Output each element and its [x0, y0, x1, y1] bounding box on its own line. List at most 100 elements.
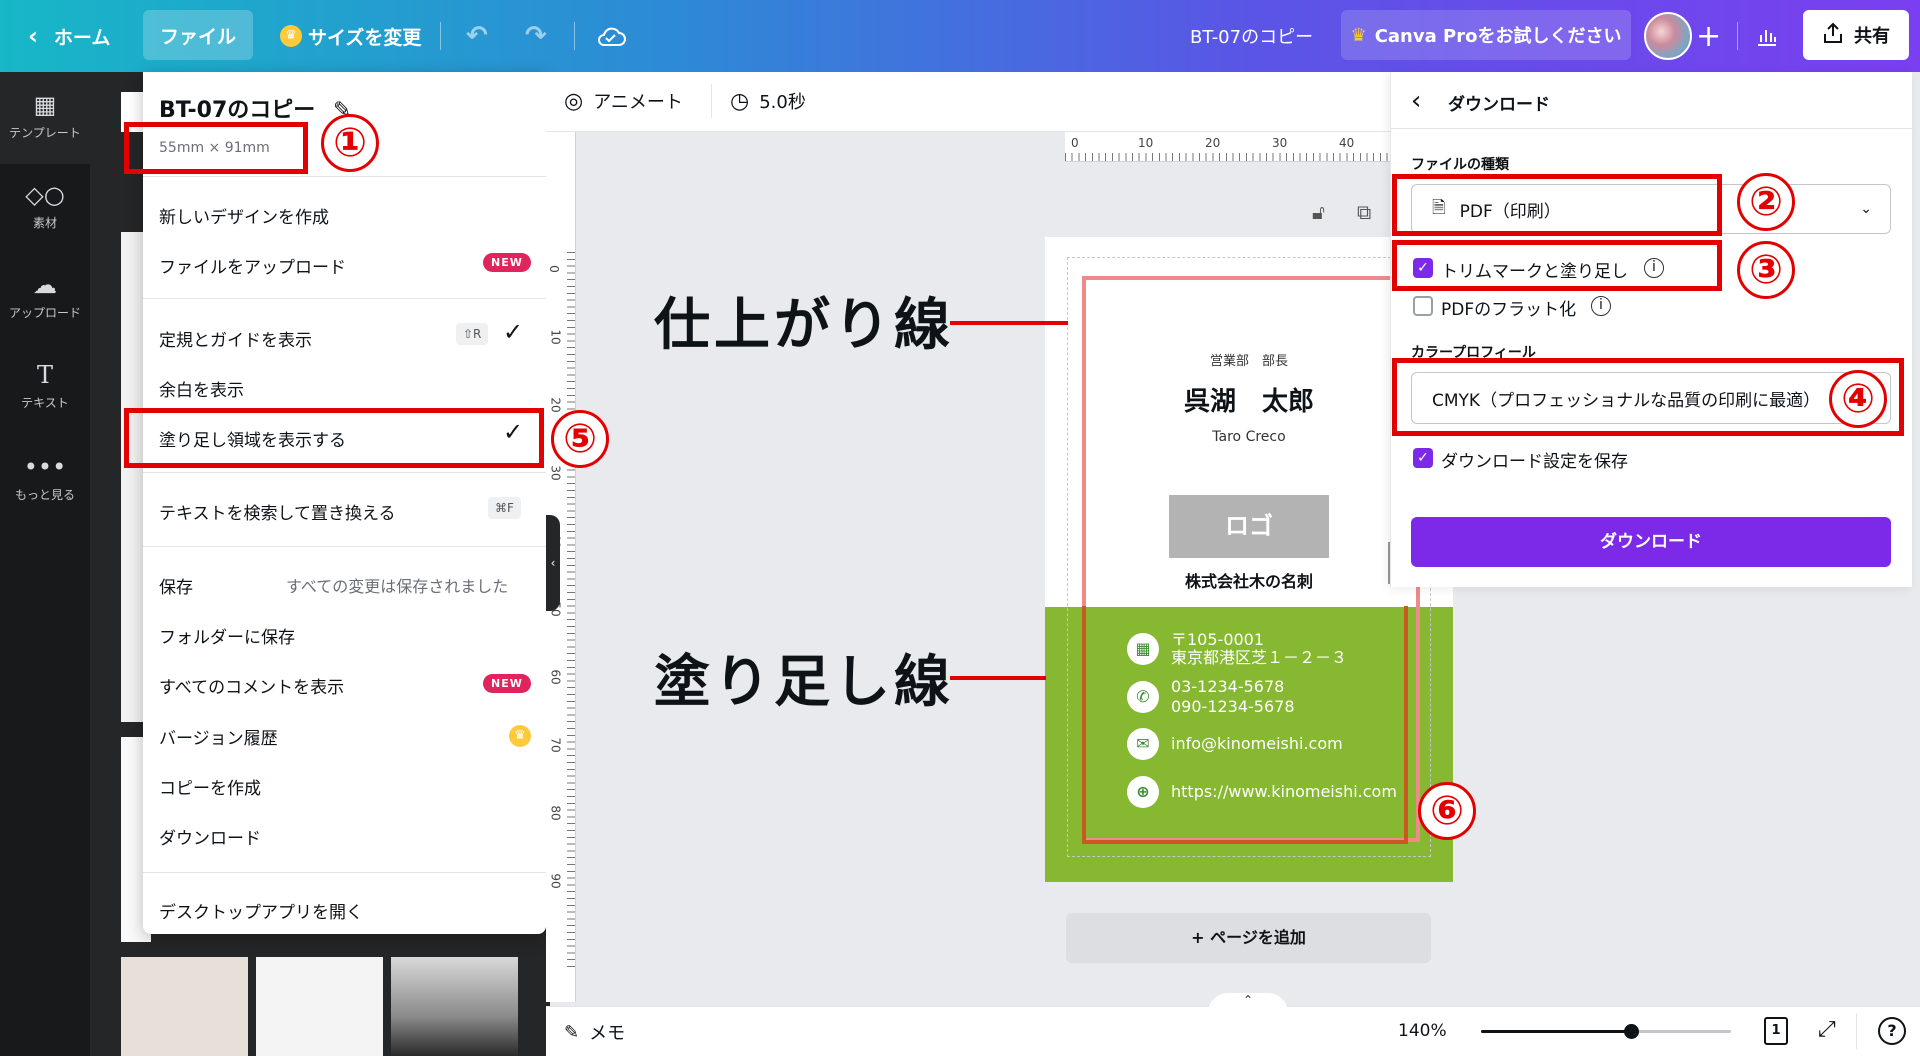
- avatar[interactable]: [1644, 12, 1692, 60]
- animate-label: アニメート: [593, 92, 683, 113]
- lock-icon[interactable]: 🔓︎: [1312, 200, 1325, 224]
- home-label: ホーム: [53, 26, 111, 49]
- menu-item-make-copy[interactable]: コピーを作成: [159, 774, 261, 799]
- menu-item-show-margins[interactable]: 余白を表示: [159, 376, 244, 401]
- canvas-toolbar: ◎ アニメート ◷ 5.0秒: [546, 72, 1390, 132]
- sidebar-item-more[interactable]: ••• もっと見る: [0, 454, 90, 503]
- card-postal[interactable]: 〒105-0001: [1171, 630, 1264, 650]
- ruler-tick-label: 20: [548, 397, 563, 413]
- card-logo-placeholder[interactable]: ロゴ: [1169, 495, 1329, 558]
- layout-icon: ▦: [33, 91, 57, 119]
- cloud-saved-icon[interactable]: [596, 0, 626, 72]
- menu-item-show-rulers[interactable]: 定規とガイドを表示: [159, 326, 312, 351]
- expand-pages-handle[interactable]: ⌃: [1208, 993, 1288, 1013]
- menu-item-desktop-app[interactable]: デスクトップアプリを開く: [159, 898, 363, 923]
- card-tel2[interactable]: 090-1234-5678: [1171, 697, 1295, 717]
- ruler-tick-label: 70: [548, 737, 563, 753]
- template-thumbnail[interactable]: [391, 957, 518, 1056]
- ruler-horizontal[interactable]: 0 10 20 30 40: [1065, 132, 1395, 162]
- try-pro-label: Canva Proをお試しください: [1374, 26, 1622, 47]
- document-title[interactable]: BT-07のコピー: [1190, 0, 1313, 72]
- notes-button[interactable]: ✎ メモ: [564, 1019, 625, 1045]
- try-pro-button[interactable]: ♛ Canva Proをお試しください: [1341, 10, 1631, 60]
- flatten-pdf-checkbox[interactable]: [1413, 296, 1433, 316]
- zoom-slider-thumb[interactable]: [1624, 1024, 1639, 1039]
- left-sidebar: ▦ テンプレート ◇○ 素材 ☁ アップロード T テキスト ••• もっと見る: [0, 72, 90, 1056]
- new-badge: NEW: [483, 253, 531, 272]
- sidebar-item-text[interactable]: T テキスト: [0, 362, 90, 411]
- notes-icon: ✎: [564, 1021, 580, 1043]
- add-page-button[interactable]: + ページを追加: [1066, 913, 1431, 963]
- share-label: 共有: [1854, 26, 1890, 47]
- save-settings-label[interactable]: ダウンロード設定を保存: [1441, 447, 1628, 472]
- resize-label: サイズを変更: [308, 26, 422, 49]
- duration-button[interactable]: ◷ 5.0秒: [730, 88, 806, 114]
- file-dropdown-menu: BT-07のコピー ✎ 55mm × 91mm 新しいデザインを作成 ファイルを…: [143, 72, 546, 934]
- menu-design-title[interactable]: BT-07のコピー ✎: [159, 92, 351, 124]
- file-type-label: ファイルの種類: [1411, 157, 1509, 173]
- zoom-percentage[interactable]: 140%: [1398, 1021, 1447, 1041]
- menu-item-download[interactable]: ダウンロード: [159, 824, 261, 849]
- menu-item-save-folder[interactable]: フォルダーに保存: [159, 623, 295, 648]
- page-count-button[interactable]: 1: [1764, 1017, 1788, 1045]
- share-button[interactable]: 共有: [1803, 10, 1909, 60]
- bleed-line-pointer: [950, 676, 1046, 680]
- add-member-icon[interactable]: +: [1696, 0, 1721, 72]
- more-icon: •••: [23, 453, 67, 481]
- ruler-tick-label: 30: [548, 465, 563, 481]
- home-button[interactable]: ‹ ホーム: [28, 0, 110, 72]
- menu-item-find-replace[interactable]: テキストを検索して置き換える: [159, 499, 395, 524]
- zoom-slider-fill: [1481, 1030, 1631, 1033]
- sidebar-item-label: テキスト: [21, 396, 69, 410]
- design-title-text: BT-07のコピー: [159, 98, 316, 123]
- sidebar-item-label: もっと見る: [14, 488, 75, 502]
- sidebar-item-label: アップロード: [8, 306, 81, 320]
- resize-button[interactable]: ♛ サイズを変更: [280, 0, 421, 72]
- sidebar-item-templates[interactable]: ▦ テンプレート: [0, 72, 90, 164]
- menu-item-upload[interactable]: ファイルをアップロード: [159, 253, 346, 278]
- collapse-panel-handle[interactable]: ‹: [546, 515, 560, 611]
- flatten-pdf-label[interactable]: PDFのフラット化: [1441, 295, 1576, 320]
- ruler-tick-label: 0: [546, 265, 561, 273]
- analytics-icon[interactable]: [1755, 0, 1779, 72]
- sidebar-item-elements[interactable]: ◇○ 素材: [0, 182, 90, 231]
- crown-icon: ♛: [280, 25, 302, 47]
- template-thumbnail[interactable]: [256, 957, 383, 1056]
- duration-label: 5.0秒: [759, 92, 806, 113]
- menu-item-comments[interactable]: すべてのコメントを表示: [159, 673, 344, 698]
- zoom-slider[interactable]: [1481, 1024, 1731, 1039]
- notes-label: メモ: [589, 1023, 626, 1044]
- top-bar: ‹ ホーム ファイル ♛ サイズを変更 ↶ ↷ BT-07のコピー ♛ Canv…: [0, 0, 1920, 72]
- menu-item-new-design[interactable]: 新しいデザインを作成: [159, 203, 329, 228]
- undo-icon[interactable]: ↶: [466, 0, 488, 72]
- menu-item-version-history[interactable]: バージョン履歴: [159, 724, 278, 749]
- card-email[interactable]: info@kinomeishi.com: [1171, 734, 1343, 754]
- phone-icon: ✆: [1127, 681, 1159, 713]
- card-tel1[interactable]: 03-1234-5678: [1171, 677, 1284, 697]
- save-settings-checkbox[interactable]: ✓: [1413, 448, 1433, 468]
- menu-item-save[interactable]: 保存: [159, 573, 193, 598]
- sidebar-item-uploads[interactable]: ☁ アップロード: [0, 272, 90, 321]
- checkmark-icon: ✓: [503, 318, 524, 346]
- download-button[interactable]: ダウンロード: [1411, 517, 1891, 567]
- ruler-tick-label: 10: [548, 329, 563, 345]
- info-icon[interactable]: i: [1591, 296, 1611, 316]
- animate-button[interactable]: ◎ アニメート: [564, 88, 683, 114]
- card-url[interactable]: https://www.kinomeishi.com: [1171, 782, 1397, 802]
- annotation-number-1: ①: [321, 114, 379, 172]
- download-panel: ‹ ダウンロード ファイルの種類 🗎︎ PDF（印刷） ⌄ ✓ トリムマークと塗…: [1390, 72, 1913, 587]
- fullscreen-icon[interactable]: ⤢: [1818, 1017, 1836, 1042]
- crown-icon: ♛: [509, 725, 531, 747]
- help-icon[interactable]: ?: [1878, 1017, 1906, 1045]
- ruler-tick-label: 10: [1138, 136, 1154, 150]
- annotation-number-2: ②: [1737, 173, 1795, 231]
- back-chevron-icon[interactable]: ‹: [1411, 86, 1421, 116]
- save-status: すべての変更は保存されました: [286, 577, 509, 596]
- duplicate-page-icon[interactable]: ⧉: [1357, 200, 1371, 224]
- file-menu-button[interactable]: ファイル: [143, 10, 253, 60]
- annotation-box-3: [1392, 240, 1722, 291]
- card-address[interactable]: 東京都港区芝１－２－３: [1171, 648, 1347, 668]
- annotation-box-4: [1392, 358, 1904, 436]
- template-thumbnail[interactable]: [121, 957, 248, 1056]
- redo-icon[interactable]: ↷: [525, 0, 547, 72]
